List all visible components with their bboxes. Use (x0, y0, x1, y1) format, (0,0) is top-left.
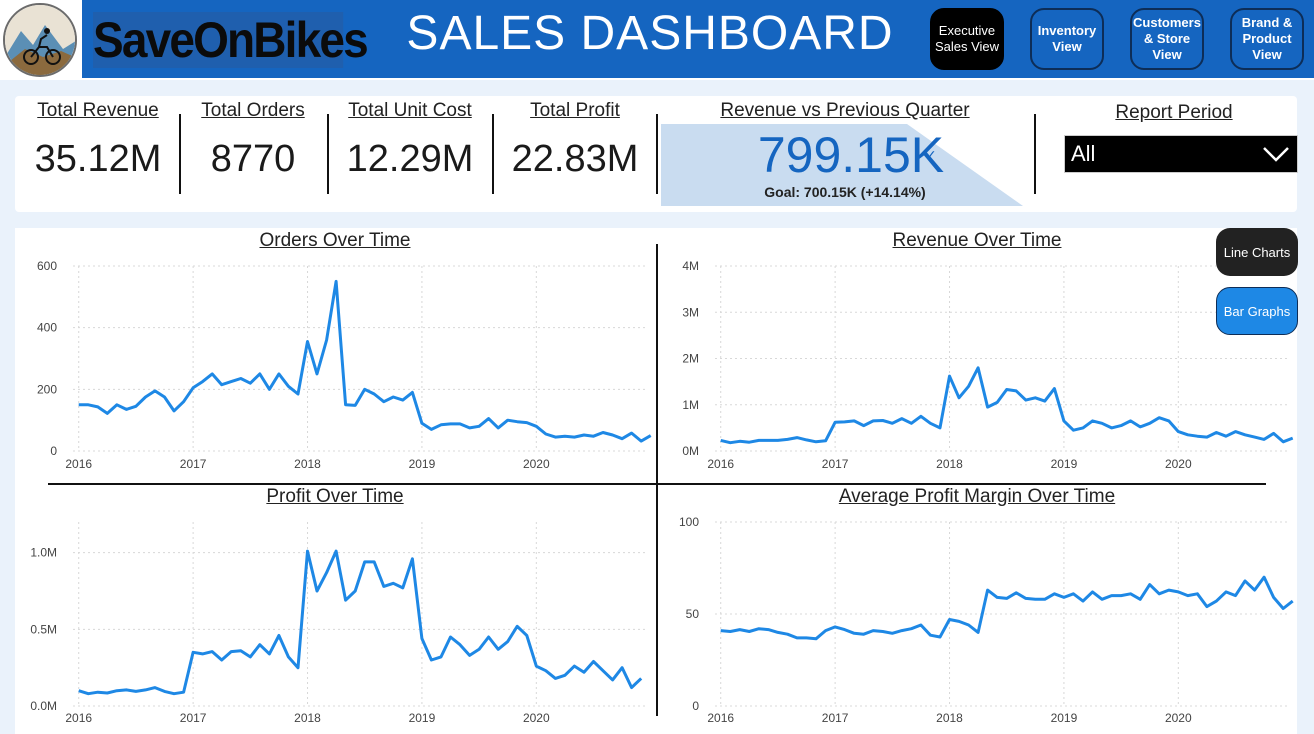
x-tick-label: 2017 (822, 711, 849, 725)
y-tick-label: 200 (37, 382, 57, 396)
divider (179, 114, 181, 194)
x-tick-label: 2016 (65, 711, 92, 725)
nav-customers-store-view-button[interactable]: Customers & Store View (1130, 8, 1204, 70)
x-tick-label: 2017 (180, 457, 207, 471)
x-tick-label: 2020 (523, 457, 550, 471)
kpi-total-profit: Total Profit 22.83M (501, 100, 649, 181)
kpi-value: 35.12M (34, 138, 162, 180)
x-tick-label: 2019 (1051, 457, 1078, 471)
nav-executive-sales-view-button[interactable]: Executive Sales View (930, 8, 1004, 70)
nav-inventory-view-button[interactable]: Inventory View (1030, 8, 1104, 70)
checkmark-icon: ✓ (925, 148, 937, 164)
nav-brand-product-view-button[interactable]: Brand & Product View (1230, 8, 1304, 70)
header: SaveOnBikes SALES DASHBOARD Executive Sa… (0, 0, 1314, 80)
divider (656, 114, 658, 194)
kpi-label: Total Revenue (37, 100, 159, 121)
divider (492, 114, 494, 194)
y-tick-label: 1.0M (30, 546, 57, 560)
x-tick-label: 2019 (409, 457, 436, 471)
orders-chart-svg: 0 200 400 600 2016 2017 2018 2019 2020 (37, 259, 652, 471)
x-tick-label: 2018 (294, 457, 321, 471)
series-line (78, 549, 643, 696)
y-tick-label: 2M (682, 352, 699, 366)
y-tick-label: 0 (50, 444, 57, 458)
profit-over-time-chart: Profit Over Time 0.0M 0.5M 1.0M 2016 2017 201… (15, 484, 655, 734)
revenue-chart-svg: 0M 1M 2M 3M 4M 2016 2017 2018 2019 2020 (682, 259, 1294, 471)
margin-chart-svg: 0 50 100 2016 2017 2018 2019 2020 (679, 515, 1294, 725)
divider (1034, 114, 1036, 194)
kpi-value: 22.83M (511, 138, 639, 180)
logo (3, 3, 77, 77)
kpi-value: 8770 (210, 138, 296, 180)
profit-chart-svg: 0.0M 0.5M 1.0M 2016 2017 2018 2019 2020 (30, 522, 645, 725)
vertical-divider (656, 244, 658, 716)
x-tick-label: 2017 (822, 457, 849, 471)
orders-over-time-chart: Orders Over Time 0 200 400 600 2016 2017 2018 2… (15, 228, 655, 480)
revenue-over-time-chart: Revenue Over Time 0M 1M 2M 3M 4M 2016 2017 2018… (657, 228, 1297, 480)
gauge-label: Revenue vs Previous Quarter (720, 100, 970, 121)
y-tick-label: 0.0M (30, 699, 57, 713)
x-tick-label: 2016 (65, 457, 92, 471)
average-profit-margin-chart: Average Profit Margin Over Time 0 50 100 20… (657, 484, 1297, 734)
x-tick-label: 2019 (1051, 711, 1078, 725)
y-tick-label: 0 (692, 699, 699, 713)
page-title: SALES DASHBOARD (406, 7, 894, 60)
x-tick-label: 2020 (1165, 457, 1192, 471)
bar-graphs-button[interactable]: Bar Graphs (1216, 287, 1298, 335)
x-tick-label: 2018 (936, 457, 963, 471)
report-period-dropdown[interactable]: All (1064, 135, 1298, 173)
kpi-label: Total Orders (201, 100, 305, 121)
y-tick-label: 400 (37, 321, 57, 335)
y-tick-label: 0M (682, 444, 699, 458)
brand-logo: SaveOnBikes (93, 12, 369, 68)
x-tick-label: 2016 (707, 457, 734, 471)
x-tick-label: 2018 (294, 711, 321, 725)
x-tick-label: 2017 (180, 711, 207, 725)
kpi-card: Total Revenue 35.12M Total Orders 8770 T… (15, 96, 1299, 212)
kpi-total-revenue: Total Revenue 35.12M (23, 100, 173, 181)
divider (327, 114, 329, 194)
revenue-vs-previous-quarter-kpi: Revenue vs Previous Quarter 799.15K ✓ Go… (661, 100, 1029, 210)
x-tick-label: 2016 (707, 711, 734, 725)
kpi-total-orders: Total Orders 8770 (187, 100, 319, 181)
series-line (78, 279, 652, 443)
kpi-value: 12.29M (346, 138, 474, 180)
line-charts-button[interactable]: Line Charts (1216, 228, 1298, 276)
y-tick-label: 600 (37, 259, 57, 273)
y-tick-label: 1M (682, 398, 699, 412)
cyclist-logo-icon (5, 5, 75, 75)
y-tick-label: 3M (682, 305, 699, 319)
chevron-down-icon (1263, 147, 1289, 162)
kpi-label: Total Profit (530, 100, 620, 121)
x-tick-label: 2020 (1165, 711, 1192, 725)
x-tick-label: 2019 (409, 711, 436, 725)
report-period-value: All (1071, 141, 1096, 166)
report-period-label: Report Period (1115, 102, 1233, 123)
y-tick-label: 100 (679, 515, 699, 529)
series-line (720, 575, 1294, 641)
report-period-filter: Report Period All (1049, 100, 1299, 190)
kpi-total-unit-cost: Total Unit Cost 12.29M (335, 100, 485, 181)
gauge-goal: Goal: 700.15K (+14.14%) (764, 184, 926, 200)
y-tick-label: 50 (686, 607, 700, 621)
y-tick-label: 0.5M (30, 622, 57, 636)
kpi-label: Total Unit Cost (348, 100, 472, 121)
x-tick-label: 2020 (523, 711, 550, 725)
x-tick-label: 2018 (936, 711, 963, 725)
y-tick-label: 4M (682, 259, 699, 273)
